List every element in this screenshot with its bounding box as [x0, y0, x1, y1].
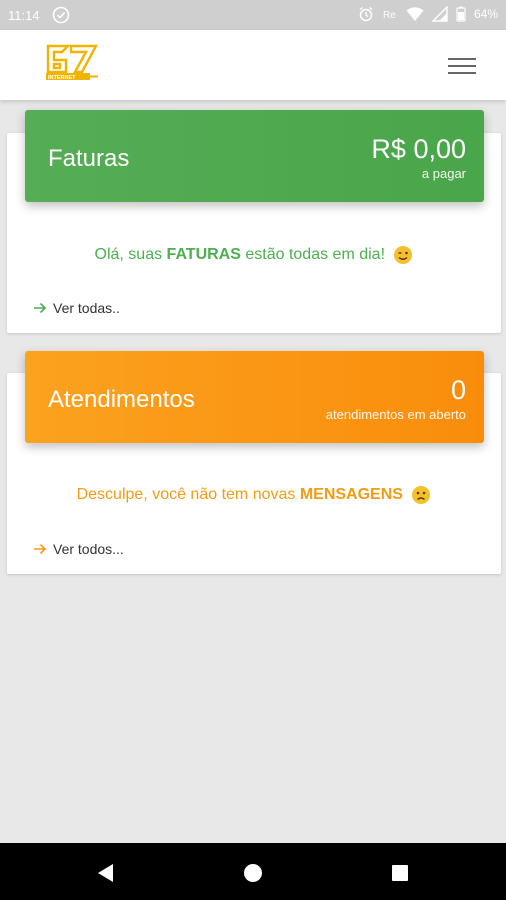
logo-subtext: INTERNET: [48, 75, 76, 81]
home-icon[interactable]: [241, 861, 265, 885]
hamburger-line: [448, 72, 476, 74]
atendimentos-message-bold: MENSAGENS: [299, 486, 403, 504]
arrow-right-icon: [34, 302, 47, 314]
wifi-icon: [406, 7, 424, 21]
signal-icon: [431, 6, 448, 22]
faturas-header[interactable]: Faturas R$ 0,00 a pagar: [25, 110, 484, 202]
faturas-message-suffix: estão todas em dia!: [240, 246, 386, 264]
faturas-amount: R$ 0,00: [371, 134, 466, 164]
check-circle-icon: [52, 6, 70, 24]
faturas-title: Faturas: [48, 145, 130, 172]
faturas-message-bold: FATURAS: [166, 246, 241, 264]
wink-emoji-icon: [394, 246, 413, 264]
app-bar: INTERNET: [0, 30, 506, 100]
atendimentos-count-label: atendimentos em aberto: [325, 407, 466, 422]
atendimentos-message: Desculpe, você não tem novas MENSAGENS: [7, 485, 501, 505]
faturas-view-all-link[interactable]: Ver todas..: [33, 300, 120, 316]
arrow-right-icon: [34, 543, 47, 555]
faturas-message-prefix: Olá, suas: [94, 246, 167, 264]
faturas-link-label: Ver todas..: [53, 300, 120, 316]
status-time: 11:14: [8, 8, 40, 23]
sad-emoji-icon: [412, 486, 431, 504]
roaming-icon: Re: [383, 10, 396, 21]
android-nav-bar: [0, 843, 506, 900]
status-icons: Re 64%: [358, 6, 498, 22]
recents-icon[interactable]: [388, 861, 412, 885]
atendimentos-count: 0: [450, 375, 466, 405]
logo[interactable]: INTERNET: [44, 42, 100, 82]
hamburger-icon: [448, 58, 476, 60]
faturas-amount-label: a pagar: [421, 166, 466, 181]
svg-text:Re: Re: [383, 10, 396, 21]
atendimentos-header[interactable]: Atendimentos 0 atendimentos em aberto: [25, 351, 484, 443]
battery-percent: 64%: [473, 7, 498, 21]
battery-icon: [456, 6, 466, 22]
status-bar: 11:14 Re 64%: [0, 0, 506, 30]
alarm-icon: [359, 6, 373, 22]
hamburger-line: [448, 65, 476, 67]
atendimentos-message-prefix: Desculpe, você não tem novas: [76, 486, 300, 504]
faturas-message: Olá, suas FATURAS estão todas em dia!: [7, 245, 501, 265]
atendimentos-link-label: Ver todos...: [53, 541, 124, 557]
back-icon[interactable]: [94, 861, 118, 885]
menu-button[interactable]: [446, 55, 478, 77]
atendimentos-view-all-link[interactable]: Ver todos...: [33, 541, 124, 557]
atendimentos-title: Atendimentos: [48, 386, 195, 413]
